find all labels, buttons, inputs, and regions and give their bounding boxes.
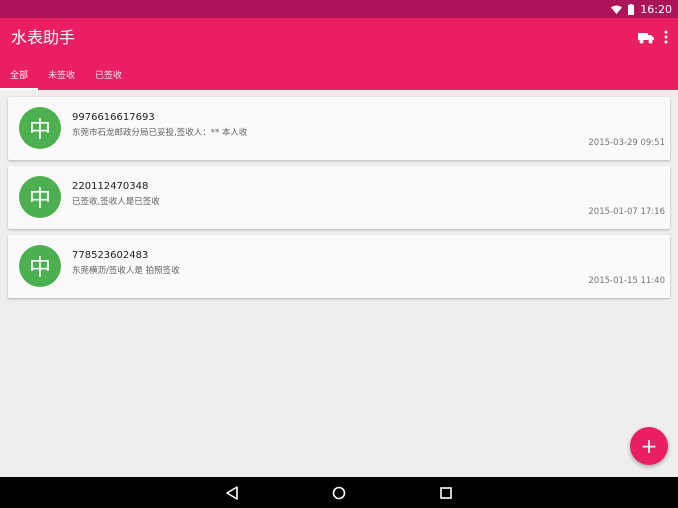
truck-icon[interactable] [638, 29, 654, 48]
home-icon[interactable] [331, 485, 347, 501]
app-title: 水表助手 [11, 28, 76, 47]
avatar: 中 [19, 107, 61, 149]
tab-signed[interactable]: 已签收 [85, 58, 132, 90]
tab-bar: 全部 未签收 已签收 [0, 58, 132, 90]
parcel-list: 中 9976616617693 东莞市石龙邮政分局已妥投,签收人：** 本人收 … [8, 97, 670, 304]
add-icon: + [640, 434, 658, 458]
tracking-number: 220112470348 [72, 181, 149, 192]
tab-all[interactable]: 全部 [0, 58, 39, 90]
tracking-number: 778523602483 [72, 250, 149, 261]
app-bar: 水表助手 全部 未签收 已签收 [0, 18, 678, 90]
avatar: 中 [19, 176, 61, 218]
status-time: 16:20 [640, 2, 672, 16]
list-item[interactable]: 中 778523602483 东莞横沥/签收人是 拍照签收 2015-01-15… [8, 235, 670, 298]
list-item[interactable]: 中 9976616617693 东莞市石龙邮政分局已妥投,签收人：** 本人收 … [8, 97, 670, 160]
wifi-icon [611, 5, 623, 14]
timestamp: 2015-01-07 17:16 [588, 207, 665, 217]
back-icon[interactable] [224, 485, 240, 501]
delivery-status: 东莞横沥/签收人是 拍照签收 [72, 266, 180, 276]
tracking-number: 9976616617693 [72, 112, 155, 123]
timestamp: 2015-03-29 09:51 [588, 138, 665, 148]
tab-unsigned[interactable]: 未签收 [38, 58, 85, 90]
list-item[interactable]: 中 220112470348 已签收,签收人是已签收 2015-01-07 17… [8, 166, 670, 229]
timestamp: 2015-01-15 11:40 [588, 276, 665, 286]
avatar: 中 [19, 245, 61, 287]
recents-icon[interactable] [438, 485, 454, 501]
status-bar: 16:20 [0, 0, 678, 18]
add-button[interactable]: + [630, 427, 668, 465]
navigation-bar [0, 477, 678, 508]
app-bar-actions [638, 29, 668, 48]
battery-icon [628, 3, 635, 15]
delivery-status: 东莞市石龙邮政分局已妥投,签收人：** 本人收 [72, 128, 248, 138]
delivery-status: 已签收,签收人是已签收 [72, 197, 160, 207]
more-vert-icon[interactable] [664, 29, 668, 48]
